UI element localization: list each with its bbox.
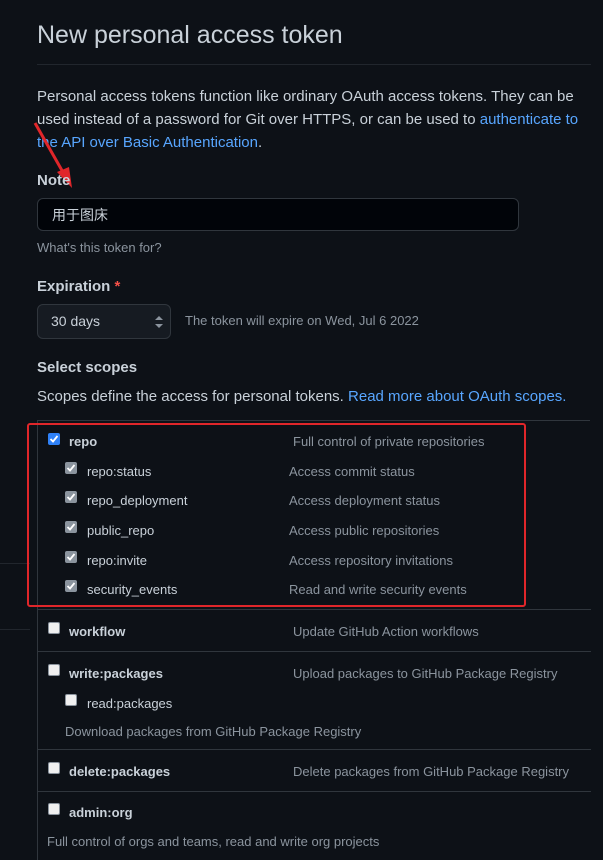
expiration-select[interactable]: 30 days <box>37 304 171 339</box>
oauth-scopes-link[interactable]: Read more about OAuth scopes. <box>348 388 566 405</box>
side-divider <box>0 563 30 564</box>
scope-name-workflow: workflow <box>69 624 126 639</box>
scope-desc-admin-org: Full control of orgs and teams, read and… <box>47 834 380 849</box>
intro-paragraph: Personal access tokens function like ord… <box>37 85 593 154</box>
scope-checkbox-read-packages[interactable] <box>65 694 77 706</box>
expiration-selected-value: 30 days <box>51 313 101 329</box>
select-updown-icon <box>155 316 163 328</box>
scope-desc-write-packages: Upload packages to GitHub Package Regist… <box>293 666 558 681</box>
scope-name-read-packages: read:packages <box>87 696 173 711</box>
page-title: New personal access token <box>37 21 343 49</box>
expiration-note: The token will expire on Wed, Jul 6 2022 <box>185 313 419 328</box>
scopes-label: Select scopes <box>37 359 138 376</box>
annotation-highlight-box <box>27 423 526 607</box>
expiration-label: Expiration * <box>37 278 120 295</box>
scope-name-write-packages: write:packages <box>69 666 163 681</box>
scope-desc-read-packages: Download packages from GitHub Package Re… <box>65 724 362 739</box>
intro-end: . <box>257 134 263 151</box>
scope-desc-workflow: Update GitHub Action workflows <box>293 624 479 639</box>
scope-checkbox-write-packages[interactable] <box>48 664 60 676</box>
scopes-description: Scopes define the access for personal to… <box>37 388 566 405</box>
scope-name-admin-org: admin:org <box>69 805 133 820</box>
scope-divider <box>37 609 591 610</box>
note-hint: What's this token for? <box>37 240 162 255</box>
scope-divider <box>37 749 591 750</box>
side-divider <box>0 629 30 630</box>
required-marker: * <box>114 278 121 295</box>
scope-checkbox-admin-org[interactable] <box>48 803 60 815</box>
scope-checkbox-workflow[interactable] <box>48 622 60 634</box>
scopes-desc-text: Scopes define the access for personal to… <box>37 388 349 405</box>
scope-desc-delete-packages: Delete packages from GitHub Package Regi… <box>293 764 570 779</box>
scope-checkbox-delete-packages[interactable] <box>48 762 60 774</box>
note-label: Note <box>37 172 71 189</box>
title-divider <box>37 64 591 65</box>
note-input[interactable]: 用于图床 <box>37 198 519 231</box>
scope-divider <box>37 791 591 792</box>
scope-divider <box>37 651 591 652</box>
scope-name-delete-packages: delete:packages <box>69 764 171 779</box>
expiration-label-text: Expiration <box>37 278 111 295</box>
